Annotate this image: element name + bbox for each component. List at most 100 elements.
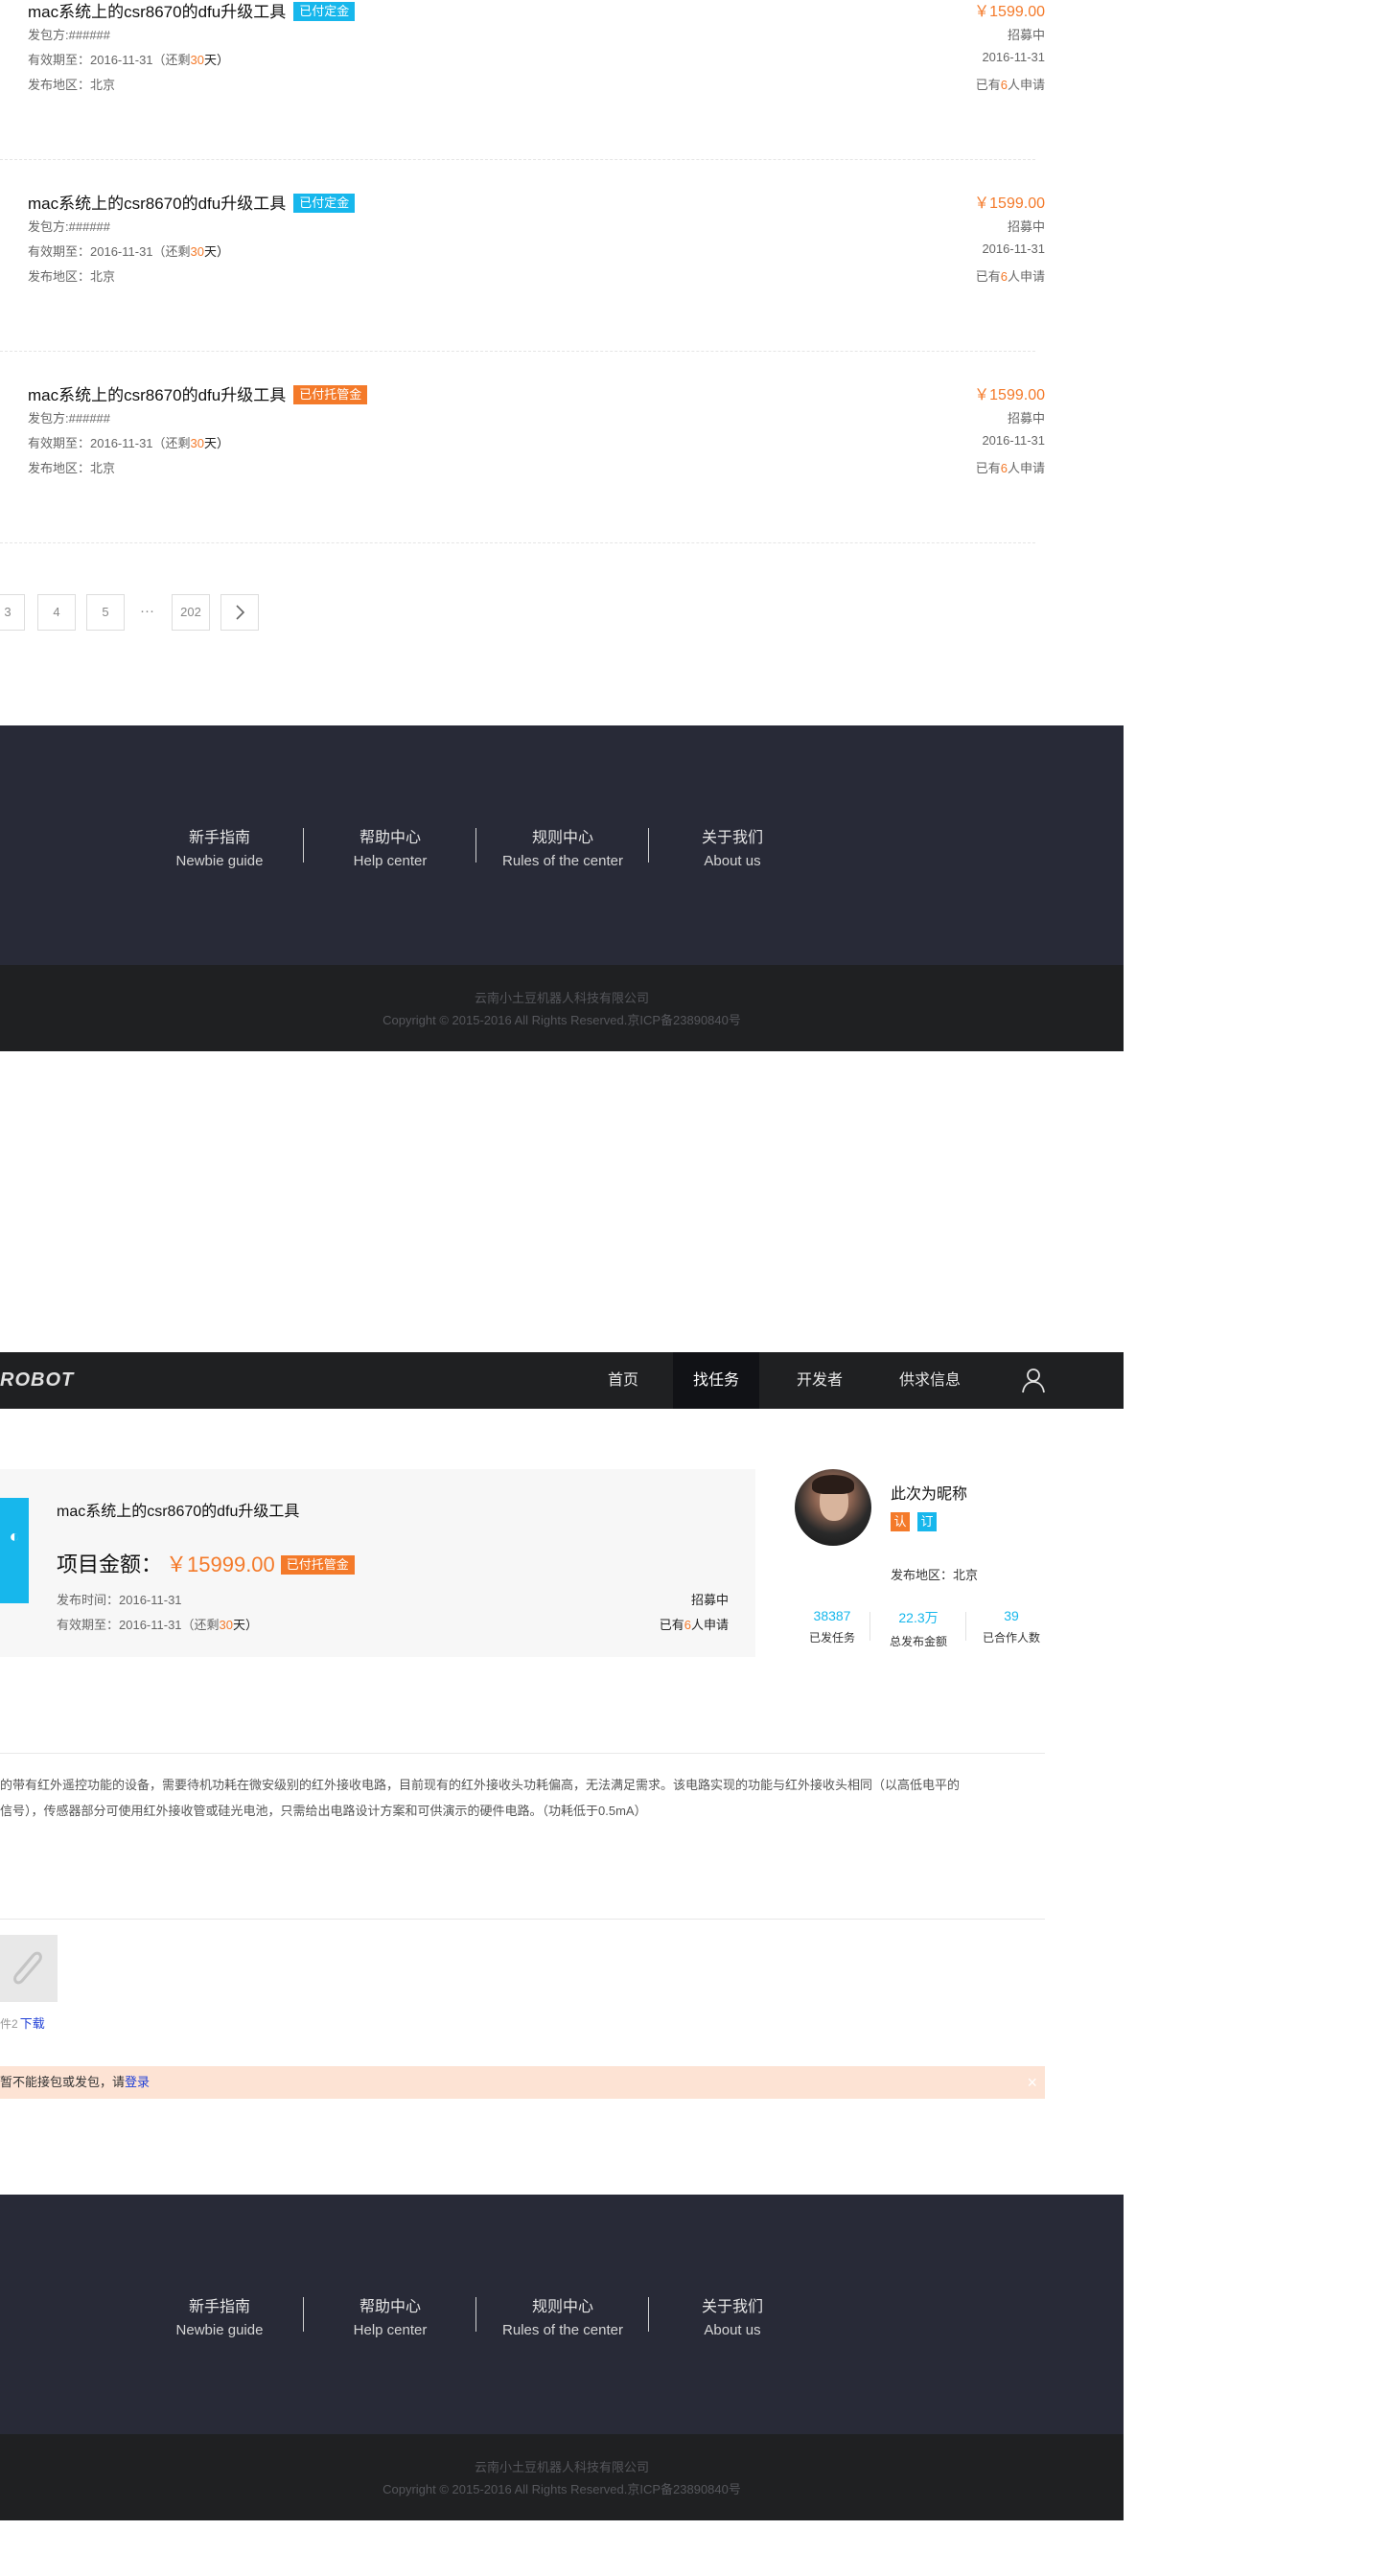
attachment-thumbnail[interactable] <box>0 1935 58 2002</box>
task-region: 发布地区：北京 <box>28 461 116 475</box>
footer-link-en[interactable]: About us <box>656 2322 809 2338</box>
applicants-suffix: 人申请 <box>690 1618 729 1632</box>
nav-home[interactable]: 首页 <box>585 1352 661 1409</box>
task-applicants: 已有6人申请 <box>976 75 1045 93</box>
valid-label: 有效期至：2016-11-31（还剩 <box>28 244 191 259</box>
footer-link-help[interactable]: 帮助中心 Help center <box>313 2293 467 2338</box>
stat-number: 38387 <box>813 1608 851 1623</box>
avatar-hair <box>812 1475 854 1494</box>
footer-link-newbie[interactable]: 新手指南 Newbie guide <box>143 2293 296 2338</box>
applicants-prefix: 已有 <box>975 461 1001 475</box>
task-badge: 已付定金 <box>293 2 356 21</box>
stat-separator <box>869 1612 870 1641</box>
valid-label: 有效期至：2016-11-31（还剩 <box>57 1618 220 1632</box>
footer-copyright: Copyright © 2015-2016 All Rights Reserve… <box>383 2482 741 2496</box>
avatar[interactable] <box>795 1469 871 1546</box>
task-item[interactable]: mac系统上的csr8670的dfu升级工具 已付定金 发包方:###### 有效… <box>0 182 1045 374</box>
page-4-button[interactable]: 4 <box>37 594 76 631</box>
valid-label: 有效期至：2016-11-31（还剩 <box>28 53 191 67</box>
applicants-count: 6 <box>684 1618 691 1632</box>
notice-text: 暂不能接包或发包，请 <box>0 2075 126 2089</box>
nickname[interactable]: 此次为昵称 <box>891 1481 967 1504</box>
footer-link-cn[interactable]: 新手指南 <box>143 824 296 847</box>
task-price: ￥1599.00 <box>974 387 1045 403</box>
download-link[interactable]: 下载 <box>20 2016 45 2031</box>
nav-developers[interactable]: 开发者 <box>777 1352 863 1409</box>
footer-link-en[interactable]: Rules of the center <box>486 853 639 869</box>
footer-link-cn[interactable]: 帮助中心 <box>313 824 467 847</box>
applicants-suffix: 人申请 <box>1007 269 1045 284</box>
applicants-count: 6 <box>1000 269 1008 284</box>
footer-link-about[interactable]: 关于我们 About us <box>656 824 809 869</box>
task-price: ￥1599.00 <box>974 196 1045 212</box>
days-unit: 天） <box>204 53 230 67</box>
footer-link-en[interactable]: Newbie guide <box>143 853 296 869</box>
stat-separator <box>965 1612 966 1641</box>
task-badge: 已付托管金 <box>293 385 368 404</box>
footer-link-en[interactable]: Help center <box>313 853 467 869</box>
site-logo[interactable]: ROBOT <box>0 1369 74 1392</box>
next-page-button[interactable] <box>220 594 259 631</box>
user-button[interactable] <box>1007 1352 1060 1409</box>
stat-number: 39 <box>1004 1608 1019 1623</box>
task-title-text[interactable]: mac系统上的csr8670的dfu升级工具 <box>28 195 286 213</box>
applicants-count: 6 <box>1000 78 1008 92</box>
footer-link-newbie[interactable]: 新手指南 Newbie guide <box>143 824 296 869</box>
publisher-value: ###### <box>68 219 111 234</box>
login-link[interactable]: 登录 <box>125 2075 150 2089</box>
amount-label: 项目金额： <box>57 1552 163 1576</box>
task-status: 招募中 <box>1007 28 1045 42</box>
footer-link-help[interactable]: 帮助中心 Help center <box>313 824 467 869</box>
footer-link-rules[interactable]: 规则中心 Rules of the center <box>486 824 639 869</box>
attachment-label: 件2 下载 <box>0 2013 45 2032</box>
nav-supply-demand[interactable]: 供求信息 <box>882 1352 978 1409</box>
footer-link-en[interactable]: Help center <box>313 2322 467 2338</box>
login-notice: 暂不能接包或发包，请登录 × <box>0 2066 1045 2099</box>
footer-link-en[interactable]: About us <box>656 853 809 869</box>
description-line: 的带有红外遥控功能的设备，需要待机功耗在微安级别的红外接收电路，目前现有的红外接… <box>0 1778 961 1792</box>
footer-link-cn[interactable]: 规则中心 <box>486 824 639 847</box>
task-applicants: 已有6人申请 <box>976 458 1045 476</box>
user-icon <box>1022 1368 1045 1393</box>
project-description: 的带有红外遥控功能的设备，需要待机功耗在微安级别的红外接收电路，目前现有的红外接… <box>0 1772 1045 1824</box>
page-last-button[interactable]: 202 <box>172 594 210 631</box>
footer-link-cn[interactable]: 关于我们 <box>656 824 809 847</box>
divider <box>0 1919 1045 1920</box>
footer-link-cn[interactable]: 新手指南 <box>143 2293 296 2316</box>
footer-separator <box>475 2297 476 2332</box>
task-title[interactable]: mac系统上的csr8670的dfu升级工具 已付定金 <box>28 0 356 22</box>
close-icon[interactable]: × <box>1027 2066 1037 2099</box>
task-price: ￥1599.00 <box>974 4 1045 20</box>
publisher-label: 发包方: <box>28 28 69 42</box>
task-item[interactable]: mac系统上的csr8670的dfu升级工具 已付托管金 发包方:###### 有… <box>0 374 1045 565</box>
footer-link-en[interactable]: Rules of the center <box>486 2322 639 2338</box>
task-region: 发布地区：北京 <box>28 78 116 92</box>
footer-link-cn[interactable]: 关于我们 <box>656 2293 809 2316</box>
footer-link-rules[interactable]: 规则中心 Rules of the center <box>486 2293 639 2338</box>
footer-link-about[interactable]: 关于我们 About us <box>656 2293 809 2338</box>
footer-copyright: Copyright © 2015-2016 All Rights Reserve… <box>383 1013 741 1027</box>
page-5-button[interactable]: 5 <box>86 594 125 631</box>
task-publisher: 发包方:###### <box>28 217 110 235</box>
footer-link-en[interactable]: Newbie guide <box>143 2322 296 2338</box>
footer-link-cn[interactable]: 规则中心 <box>486 2293 639 2316</box>
divider <box>0 159 1035 160</box>
task-title[interactable]: mac系统上的csr8670的dfu升级工具 已付定金 <box>28 190 356 214</box>
project-title: mac系统上的csr8670的dfu升级工具 <box>57 1504 300 1520</box>
stat-published-tasks: 38387 已发任务 <box>789 1608 875 1645</box>
footer-separator <box>303 828 304 862</box>
task-status: 招募中 <box>1007 411 1045 426</box>
task-title-text[interactable]: mac系统上的csr8670的dfu升级工具 <box>28 386 286 404</box>
task-title[interactable]: mac系统上的csr8670的dfu升级工具 已付托管金 <box>28 381 368 405</box>
task-applicants: 已有6人申请 <box>976 266 1045 285</box>
task-item[interactable]: mac系统上的csr8670的dfu升级工具 已付定金 发包方:###### 有效… <box>0 0 1045 182</box>
footer-link-cn[interactable]: 帮助中心 <box>313 2293 467 2316</box>
paperclip-icon <box>13 1951 42 1985</box>
footer-separator <box>303 2297 304 2332</box>
applicants-suffix: 人申请 <box>1007 461 1045 475</box>
task-title-text[interactable]: mac系统上的csr8670的dfu升级工具 <box>28 3 286 21</box>
project-card: ◐ mac系统上的csr8670的dfu升级工具 项目金额： ￥15999.00 已… <box>0 1469 755 1657</box>
nav-find-task[interactable]: 找任务 <box>673 1352 759 1409</box>
task-date: 2016-11-31 <box>982 433 1045 448</box>
page-3-button[interactable]: 3 <box>0 594 25 631</box>
